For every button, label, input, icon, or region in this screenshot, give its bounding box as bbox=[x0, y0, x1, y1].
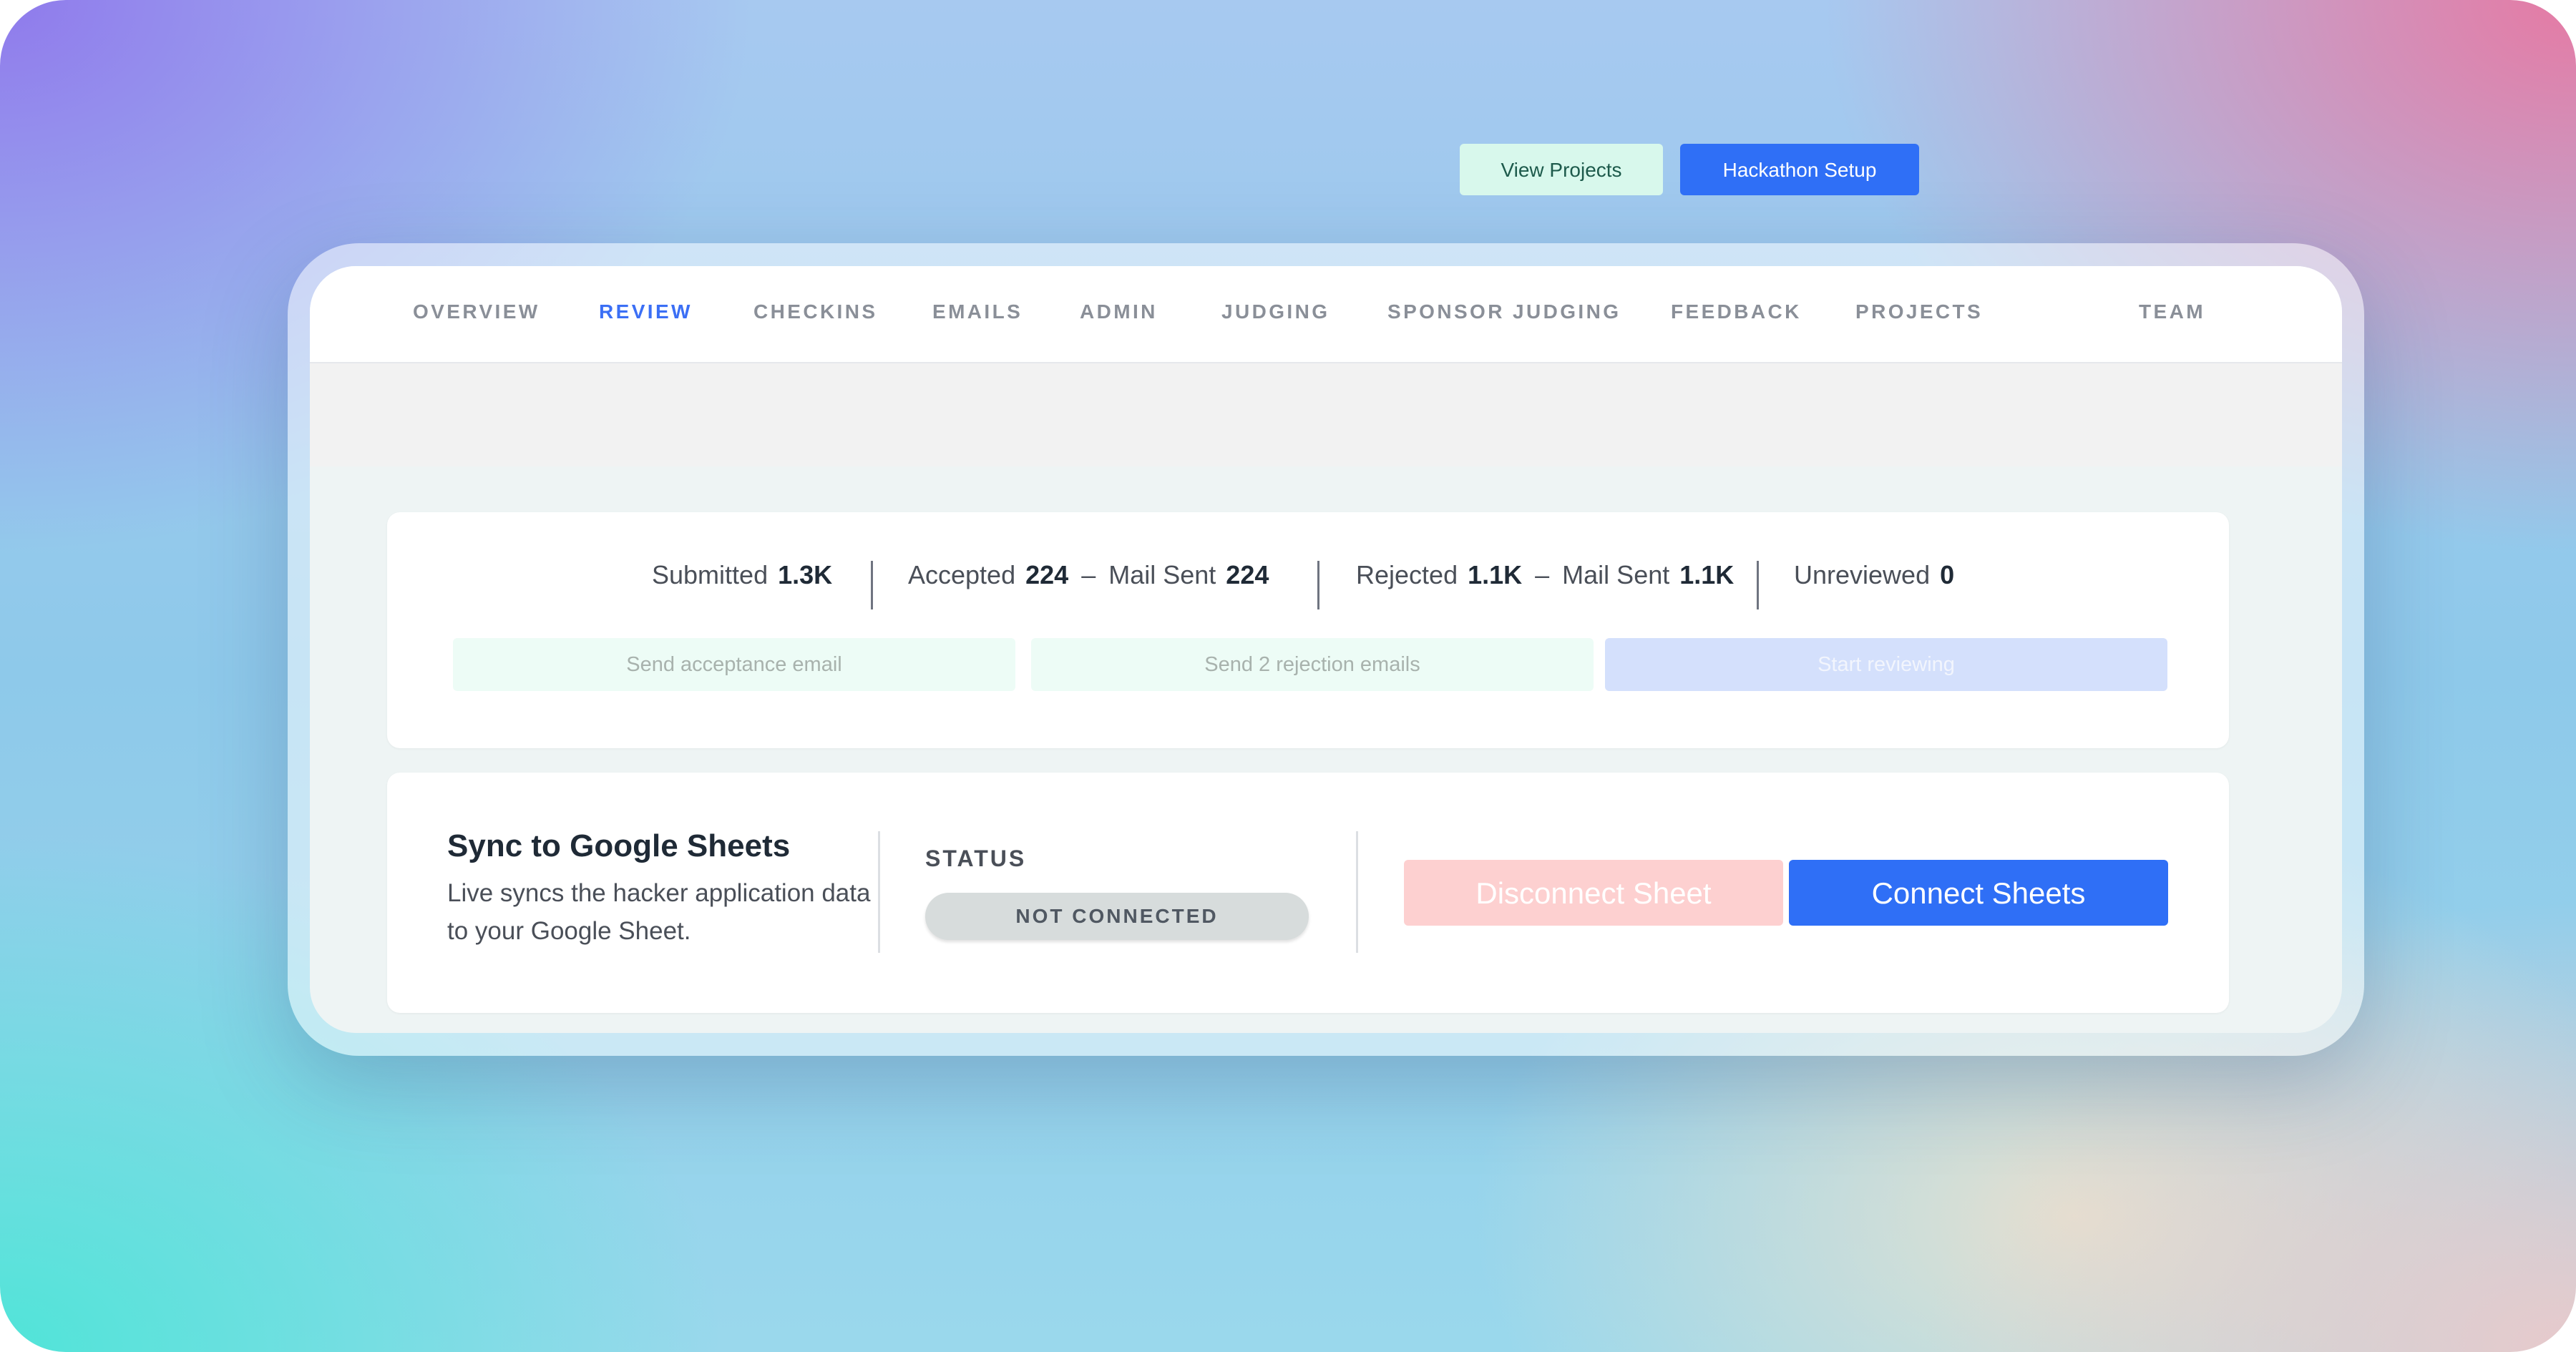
disconnect-sheet-button[interactable]: Disconnect Sheet bbox=[1404, 860, 1783, 926]
send-rejection-emails-button[interactable]: Send 2 rejection emails bbox=[1031, 638, 1594, 691]
connect-sheets-button[interactable]: Connect Sheets bbox=[1789, 860, 2168, 926]
stat-accepted: Accepted 224– Mail Sent 224 bbox=[908, 555, 1269, 595]
stat-rejected-mail-label: Mail Sent bbox=[1562, 560, 1670, 589]
status-label: STATUS bbox=[925, 846, 1027, 871]
start-reviewing-button[interactable]: Start reviewing bbox=[1605, 638, 2167, 691]
stat-submitted-value: 1.3K bbox=[778, 560, 833, 589]
action-bar bbox=[310, 363, 2342, 466]
nav-tab-overview[interactable]: OVERVIEW bbox=[413, 290, 540, 333]
nav-tab-emails[interactable]: EMAILS bbox=[932, 290, 1023, 333]
stat-rejected: Rejected 1.1K – Mail Sent 1.1K bbox=[1356, 555, 1734, 595]
nav-tab-projects[interactable]: PROJECTS bbox=[1855, 290, 1983, 333]
stat-dash: – bbox=[1535, 560, 1550, 589]
stat-accepted-mail-label: Mail Sent bbox=[1108, 560, 1216, 589]
top-navigation: OVERVIEW REVIEW CHECKINS EMAILS ADMIN JU… bbox=[310, 266, 2342, 363]
stat-submitted: Submitted 1.3K bbox=[652, 555, 832, 595]
stat-unreviewed: Unreviewed 0 bbox=[1794, 555, 1954, 595]
stat-accepted-value: 224 bbox=[1025, 560, 1069, 589]
stat-dash: – bbox=[1081, 560, 1096, 589]
stat-accepted-label: Accepted bbox=[908, 560, 1016, 589]
nav-tab-feedback[interactable]: FEEDBACK bbox=[1671, 290, 1802, 333]
stat-unreviewed-label: Unreviewed bbox=[1794, 560, 1931, 589]
sync-description: Live syncs the hacker application data t… bbox=[447, 879, 871, 945]
nav-tab-review[interactable]: REVIEW bbox=[599, 290, 693, 333]
stat-submitted-label: Submitted bbox=[652, 560, 769, 589]
nav-tab-sponsor-judging[interactable]: SPONSOR JUDGING bbox=[1387, 290, 1621, 333]
send-acceptance-email-button[interactable]: Send acceptance email bbox=[453, 638, 1015, 691]
stat-divider bbox=[1317, 561, 1319, 609]
hackathon-setup-button[interactable]: Hackathon Setup bbox=[1680, 144, 1919, 195]
nav-tab-admin[interactable]: ADMIN bbox=[1080, 290, 1158, 333]
stat-accepted-mail-value: 224 bbox=[1226, 560, 1269, 589]
status-badge: NOT CONNECTED bbox=[925, 893, 1309, 940]
nav-tab-judging[interactable]: JUDGING bbox=[1221, 290, 1330, 333]
stat-rejected-value: 1.1K bbox=[1468, 560, 1523, 589]
sync-divider bbox=[878, 831, 880, 953]
nav-tab-checkins[interactable]: CHECKINS bbox=[753, 290, 877, 333]
stat-divider bbox=[871, 561, 873, 609]
stat-rejected-mail-value: 1.1K bbox=[1679, 560, 1735, 589]
sync-title: Sync to Google Sheets bbox=[447, 828, 791, 863]
stat-divider bbox=[1757, 561, 1759, 609]
nav-tab-team[interactable]: TEAM bbox=[2139, 290, 2205, 333]
stat-unreviewed-value: 0 bbox=[1940, 560, 1955, 589]
view-projects-button[interactable]: View Projects bbox=[1460, 144, 1663, 195]
review-stats-card: Submitted 1.3K Accepted 224– Mail Sent 224 R… bbox=[387, 512, 2229, 748]
sync-divider bbox=[1356, 831, 1358, 953]
stat-rejected-label: Rejected bbox=[1356, 560, 1458, 589]
